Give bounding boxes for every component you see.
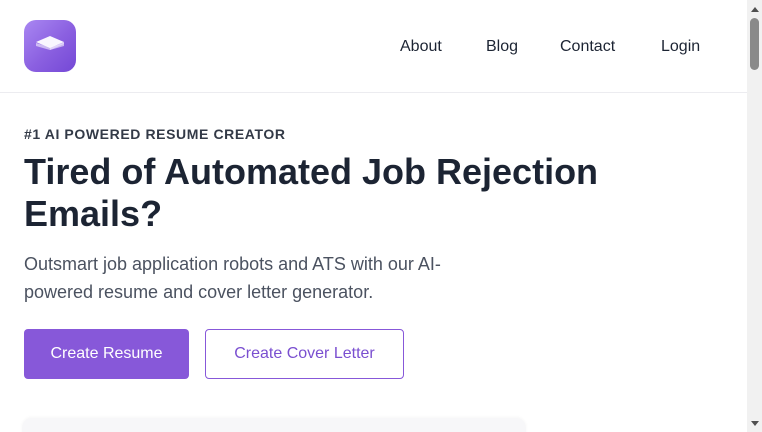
preview-card [22,418,526,432]
hero-headline: Tired of Automated Job Rejection Emails? [24,151,599,234]
hero-eyebrow: #1 AI POWERED RESUME CREATOR [24,126,286,142]
vertical-scrollbar[interactable] [747,0,762,432]
nav-link-contact[interactable]: Contact [560,36,615,58]
nav-link-login[interactable]: Login [661,36,700,58]
stacked-layers-icon [36,36,64,50]
scroll-thumb[interactable] [750,18,759,70]
scroll-down-button[interactable] [747,416,762,430]
scroll-up-button[interactable] [747,2,762,16]
arrow-up-icon [750,6,759,12]
arrow-down-icon [750,420,759,426]
create-cover-letter-button[interactable]: Create Cover Letter [205,329,404,379]
hero-subtext: Outsmart job application robots and ATS … [24,254,441,302]
page: About Blog Contact Login #1 AI POWERED R… [0,0,762,432]
nav-link-about[interactable]: About [400,36,442,58]
site-header: About Blog Contact Login [0,0,747,93]
nav-link-blog[interactable]: Blog [486,36,518,58]
logo[interactable] [24,20,76,72]
create-resume-button[interactable]: Create Resume [24,329,189,379]
